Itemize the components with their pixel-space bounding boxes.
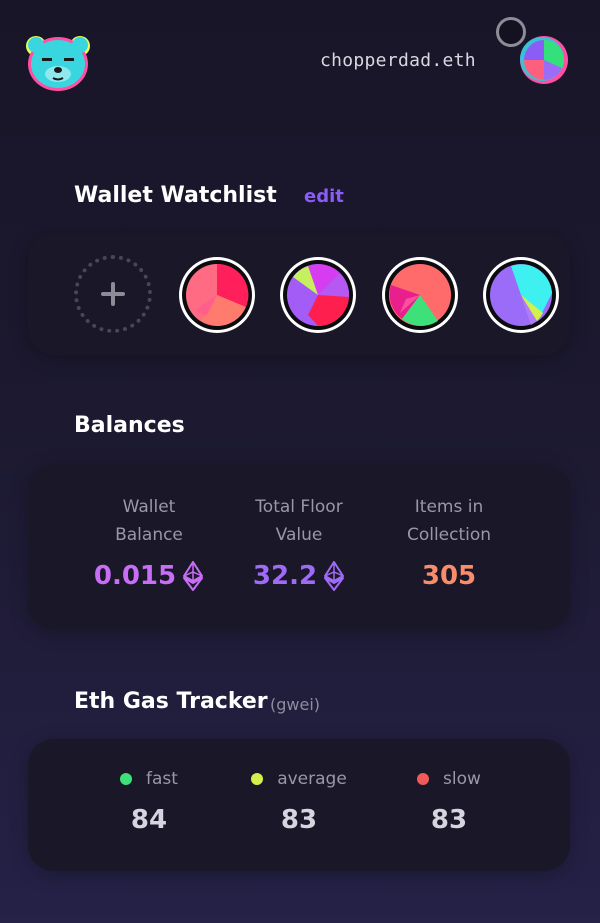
stat-value: 305 [421,561,477,591]
gas-label: average [277,769,347,789]
stat-label: Items in Collection [406,497,492,545]
watchlist-title: Wallet Watchlist [74,183,277,208]
username: chopperdad.eth [320,50,476,71]
plus-icon [101,282,125,306]
red-dot-icon [417,773,430,785]
stat-label: Total Floor Value [255,497,343,545]
bear-mascot-logo[interactable] [24,34,92,92]
stat-value: 0.015 [74,561,224,591]
bear-mascot-icon [26,36,90,91]
add-wallet-button[interactable] [74,255,152,333]
items-in-collection-stat: Items in Collection 305 [374,493,524,591]
user-avatar-icon [520,36,568,84]
wallet-avatar-icon [382,257,458,333]
ethereum-icon [183,561,204,591]
gas-label: slow [443,769,481,789]
wallet-avatar-icon [483,257,559,333]
wallet-avatar-icon [179,257,255,333]
watchlist-wallet-3[interactable] [380,255,460,335]
user-avatar[interactable] [516,34,572,86]
gas-slow: slow 83 [374,769,524,835]
gas-value: 83 [280,805,318,835]
gas-tracker-title: Eth Gas Tracker [74,689,268,714]
wallet-avatar-icon [280,257,356,333]
stat-value: 32.2 [224,561,374,591]
watchlist-wallet-1[interactable] [177,255,257,335]
watchlist-wallet-2[interactable] [278,255,358,335]
edit-watchlist-link[interactable]: edit [304,186,344,207]
watchlist-wallet-4[interactable] [481,255,561,335]
total-floor-value-stat: Total Floor Value 32.2 [224,493,374,591]
gas-label: fast [146,769,178,789]
balances-title: Balances [74,413,185,438]
green-dot-icon [120,773,133,785]
gas-average: average 83 [224,769,374,835]
ethereum-icon [324,561,345,591]
wallet-balance-stat: Wallet Balance 0.015 [74,493,224,591]
gas-fast: fast 84 [74,769,224,835]
gas-value: 83 [430,805,468,835]
gas-unit-label: (gwei) [270,695,321,714]
gas-value: 84 [130,805,168,835]
stat-label: Wallet Balance [115,497,183,545]
yellow-dot-icon [251,773,264,785]
